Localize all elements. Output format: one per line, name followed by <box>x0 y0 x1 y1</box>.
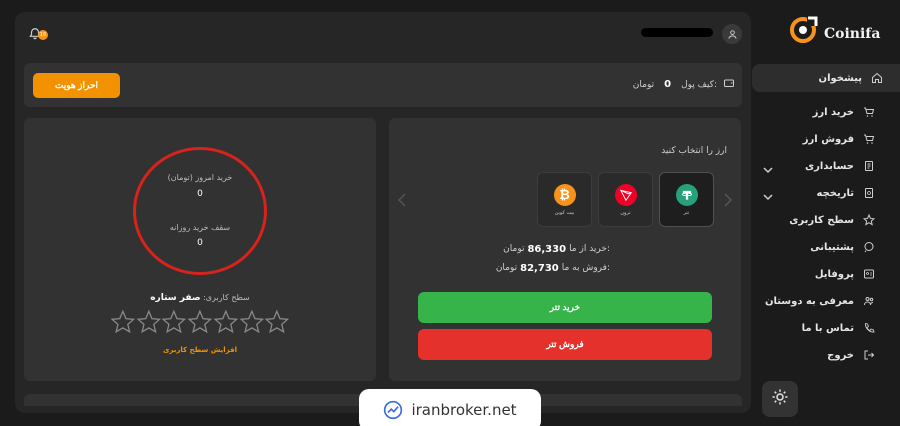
sidebar-item-label: پشتیبانی <box>810 241 854 253</box>
star-icon <box>161 309 187 334</box>
wallet-amount: 0 <box>664 79 672 90</box>
users-icon <box>862 294 876 308</box>
star-icon <box>136 309 161 334</box>
history-icon <box>862 186 876 200</box>
sidebar-item-label: فروش ارز <box>802 133 854 145</box>
sidebar-item-referral[interactable]: معرفی به دوستان <box>752 289 892 313</box>
daily-cap-label: سقف خرید روزانه <box>169 223 231 232</box>
sidebar-item-label: معرفی به دوستان <box>764 295 854 307</box>
sidebar-item-label: پروفایل <box>814 268 854 280</box>
sidebar-item-label: حسابداری <box>804 160 854 172</box>
coin-label: بیت کوین <box>554 209 575 216</box>
level-value: صفر ستاره <box>150 293 201 303</box>
chat-icon <box>862 240 876 254</box>
star-icon <box>862 213 876 227</box>
sidebar-item-dashboard[interactable]: پیشخوان <box>752 64 900 92</box>
currency-unit: تومان <box>495 263 518 273</box>
trend-chart-icon <box>383 400 403 420</box>
coin-label: تتر <box>683 209 690 216</box>
buy-price-line: تومان 86,330 خرید از ما: <box>503 244 610 255</box>
coinifa-logo-icon <box>790 14 820 44</box>
sidebar-item-support[interactable]: پشتیبانی <box>752 235 892 259</box>
sidebar-item-buy[interactable]: خرید ارز <box>752 100 892 124</box>
cart-icon <box>862 132 876 146</box>
logout-icon <box>862 348 876 362</box>
star-icon <box>187 309 213 334</box>
star-icon <box>213 309 239 334</box>
tether-icon <box>675 183 698 206</box>
today-purchase-label: خرید امروز (تومان) <box>167 173 233 182</box>
wallet-label: کیف پول: <box>681 79 717 90</box>
sidebar-item-label: تماس با ما <box>801 322 854 334</box>
highlight-ring <box>133 147 267 275</box>
daily-cap-value: 0 <box>197 238 203 248</box>
buy-price-label: خرید از ما: <box>569 244 610 254</box>
sidebar-item-label: خروج <box>827 349 854 361</box>
chevron-down-icon[interactable] <box>762 188 774 201</box>
sidebar-item-contact[interactable]: تماس با ما <box>752 316 892 340</box>
choose-currency-title: ارز را انتخاب کنید <box>661 146 727 156</box>
carousel-next-icon[interactable] <box>724 192 733 207</box>
user-level-line: سطح کاربری: صفر ستاره <box>110 293 290 303</box>
tron-icon <box>614 183 637 206</box>
sell-price-line: تومان 82,730 فروش به ما: <box>496 263 610 274</box>
user-avatar-icon[interactable] <box>722 24 742 44</box>
brand-name: Coinifa <box>824 26 881 42</box>
buy-button[interactable]: خرید تتر <box>418 292 712 323</box>
buy-price: 86,330 <box>527 244 567 255</box>
ledger-icon <box>862 159 876 173</box>
sun-icon <box>771 388 789 410</box>
phone-icon <box>862 321 876 335</box>
theme-toggle-button[interactable] <box>762 381 798 417</box>
notification-badge: 16 <box>38 30 48 40</box>
today-purchase-value: 0 <box>197 189 203 199</box>
wallet-unit: تومان <box>632 79 655 90</box>
upgrade-level-link[interactable]: افزایش سطح کاربری <box>130 346 270 354</box>
kyc-button[interactable]: احراز هویت <box>33 73 120 98</box>
profile-icon <box>862 267 876 281</box>
username-redacted <box>641 28 713 37</box>
coin-tron[interactable]: ترون <box>598 172 653 227</box>
sidebar-item-label: تاریخچه <box>816 187 855 199</box>
sidebar-item-label: پیشخوان <box>818 72 862 84</box>
watermark-text: iranbroker.net <box>411 401 517 419</box>
sidebar-item-sell[interactable]: فروش ارز <box>752 127 892 151</box>
star-icon <box>110 309 136 334</box>
bitcoin-icon: ₿ <box>553 183 576 206</box>
wallet-balance: تومان 0 کیف پول: <box>633 77 735 92</box>
coin-bitcoin[interactable]: ₿ بیت کوین <box>537 172 592 227</box>
home-icon <box>870 71 884 85</box>
sidebar-item-profile[interactable]: پروفایل <box>752 262 892 286</box>
sidebar-item-user-level[interactable]: سطح کاربری <box>752 208 892 232</box>
carousel-prev-icon[interactable] <box>397 192 406 207</box>
sidebar-item-logout[interactable]: خروج <box>752 343 892 367</box>
sell-price-label: فروش به ما: <box>561 263 610 273</box>
coin-label: ترون <box>620 209 631 216</box>
currency-unit: تومان <box>503 244 525 254</box>
sidebar-item-label: سطح کاربری <box>789 214 854 226</box>
sidebar-item-label: خرید ارز <box>812 106 854 118</box>
chevron-down-icon[interactable] <box>762 161 774 174</box>
brand-logo[interactable]: Coinifa <box>790 12 880 46</box>
wallet-icon <box>723 77 735 92</box>
sell-price: 82,730 <box>520 263 559 274</box>
level-label: سطح کاربری: <box>203 293 250 302</box>
star-icon <box>264 309 290 334</box>
coin-tether[interactable]: تتر <box>659 172 714 227</box>
sell-button[interactable]: فروش تتر <box>418 329 712 360</box>
cart-icon <box>862 105 876 119</box>
level-stars <box>110 309 290 335</box>
watermark: iranbroker.net <box>359 389 541 426</box>
star-icon <box>239 309 264 334</box>
